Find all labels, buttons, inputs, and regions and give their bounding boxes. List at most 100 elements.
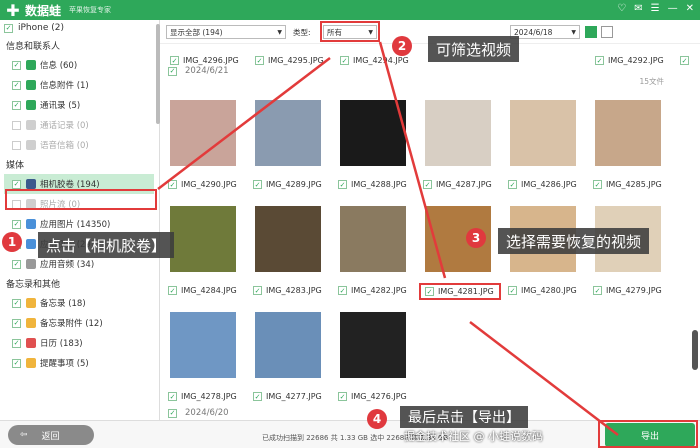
file-caption[interactable]: ✓ IMG_4285.JPG xyxy=(593,180,675,189)
sidebar-item[interactable]: ✓ 备忘录 (18) xyxy=(0,293,159,313)
sidebar-item-checkbox[interactable]: ✓ xyxy=(12,100,21,110)
sidebar-item-checkbox[interactable]: ✓ xyxy=(12,298,21,308)
sidebar-item-checkbox[interactable]: ✓ xyxy=(12,80,21,90)
sidebar-item[interactable]: ✓ 信息 (60) xyxy=(0,55,159,75)
file-checkbox[interactable]: ✓ xyxy=(508,180,517,189)
sidebar-item[interactable]: ✓ 应用图片 (14350) xyxy=(0,214,159,234)
file-caption[interactable]: ✓ IMG_4276.JPG xyxy=(338,392,420,401)
file-checkbox[interactable]: ✓ xyxy=(168,286,177,295)
file-caption[interactable]: ✓ IMG_4288.JPG xyxy=(338,180,420,189)
sidebar-item-checkbox[interactable]: ✓ xyxy=(12,259,21,269)
menu-icon[interactable]: ☰ xyxy=(651,3,660,14)
photo-thumbnail[interactable] xyxy=(170,312,236,378)
sidebar-item-checkbox[interactable]: ✓ xyxy=(12,140,21,150)
file-caption[interactable]: ✓ IMG_4277.JPG xyxy=(253,392,335,401)
device-checkbox[interactable]: ✓ xyxy=(4,23,13,33)
photo-thumbnail[interactable] xyxy=(510,206,576,272)
type-filter-select[interactable]: 所有 ▼ xyxy=(323,25,377,39)
export-button[interactable]: 导出 xyxy=(605,423,695,447)
file-checkbox[interactable]: ✓ xyxy=(593,180,602,189)
file-caption[interactable]: ✓ IMG_4287.JPG xyxy=(423,180,505,189)
photo-thumbnail[interactable] xyxy=(255,206,321,272)
sidebar-item[interactable]: ✓ 提醒事项 (5) xyxy=(0,353,159,373)
photo-thumbnail[interactable] xyxy=(255,100,321,166)
file-checkbox[interactable]: ✓ xyxy=(423,180,432,189)
sidebar-item[interactable]: ✓ 相机胶卷 (194) xyxy=(4,174,154,194)
sidebar-item[interactable]: ✓ 信息附件 (1) xyxy=(0,75,159,95)
photo-thumbnail[interactable] xyxy=(255,312,321,378)
file-checkbox[interactable]: ✓ xyxy=(508,286,517,295)
sidebar-item[interactable]: ✓ 通话记录 (0) xyxy=(0,115,159,135)
sidebar-item-checkbox[interactable]: ✓ xyxy=(12,120,21,130)
file-caption[interactable]: ✓IMG_4291.JPG xyxy=(680,56,690,65)
file-checkbox[interactable]: ✓ xyxy=(425,287,434,296)
date-group-header[interactable]: ✓ 2024/6/21 xyxy=(168,66,229,76)
file-caption[interactable]: ✓ IMG_4289.JPG xyxy=(253,180,335,189)
message-icon[interactable]: ✉ xyxy=(634,3,642,14)
list-view-icon[interactable] xyxy=(585,26,597,38)
file-caption[interactable]: ✓ IMG_4296.JPG xyxy=(170,56,252,65)
photo-thumbnail[interactable] xyxy=(595,206,661,272)
show-filter-select[interactable]: 显示全部 (194) ▼ xyxy=(166,25,286,39)
sidebar-item[interactable]: ✓ 语音信箱 (0) xyxy=(0,135,159,155)
file-caption[interactable]: ✓ IMG_4281.JPG xyxy=(419,283,501,300)
sidebar-item-checkbox[interactable]: ✓ xyxy=(12,239,21,249)
photo-thumbnail[interactable] xyxy=(510,100,576,166)
grid-view-icon[interactable] xyxy=(601,26,613,38)
sidebar-item-checkbox[interactable]: ✓ xyxy=(12,219,21,229)
photo-thumbnail[interactable] xyxy=(595,100,661,166)
minimize-icon[interactable]: — xyxy=(668,3,678,14)
sidebar-item-checkbox[interactable]: ✓ xyxy=(12,338,21,348)
file-checkbox[interactable]: ✓ xyxy=(253,286,262,295)
photo-thumbnail[interactable] xyxy=(170,100,236,166)
file-checkbox[interactable]: ✓ xyxy=(168,392,177,401)
file-caption[interactable]: ✓ IMG_4292.JPG xyxy=(595,56,677,65)
date-group-checkbox[interactable]: ✓ xyxy=(168,66,177,76)
device-item[interactable]: ✓ iPhone (2) xyxy=(0,20,159,36)
file-caption[interactable]: ✓ IMG_4282.JPG xyxy=(338,286,420,295)
sidebar-item[interactable]: ✓ 应用视频 (29) xyxy=(0,234,159,254)
file-caption[interactable]: ✓ IMG_4279.JPG xyxy=(593,286,675,295)
sidebar-item-checkbox[interactable]: ✓ xyxy=(12,179,21,189)
file-caption[interactable]: ✓ IMG_4294.JPG xyxy=(340,56,422,65)
file-caption[interactable]: ✓ IMG_4280.JPG xyxy=(508,286,590,295)
photo-thumbnail[interactable] xyxy=(340,100,406,166)
file-checkbox[interactable]: ✓ xyxy=(680,56,689,65)
file-checkbox[interactable]: ✓ xyxy=(253,392,262,401)
file-checkbox[interactable]: ✓ xyxy=(338,286,347,295)
next-date-group-checkbox[interactable]: ✓ xyxy=(168,408,177,418)
file-checkbox[interactable]: ✓ xyxy=(338,180,347,189)
photo-thumbnail[interactable] xyxy=(340,312,406,378)
photo-thumbnail[interactable] xyxy=(170,206,236,272)
sidebar-item-checkbox[interactable]: ✓ xyxy=(12,60,21,70)
back-button[interactable]: ⇦ 返回 xyxy=(8,425,94,445)
photo-thumbnail[interactable] xyxy=(425,206,491,272)
file-checkbox[interactable]: ✓ xyxy=(255,56,264,65)
file-checkbox[interactable]: ✓ xyxy=(170,56,179,65)
file-checkbox[interactable]: ✓ xyxy=(168,180,177,189)
file-caption[interactable]: ✓ IMG_4290.JPG xyxy=(168,180,250,189)
sidebar-item-checkbox[interactable]: ✓ xyxy=(12,199,21,209)
file-caption[interactable]: ✓ IMG_4295.JPG xyxy=(255,56,337,65)
sidebar-item[interactable]: ✓ 备忘录附件 (12) xyxy=(0,313,159,333)
file-checkbox[interactable]: ✓ xyxy=(338,392,347,401)
file-caption[interactable]: ✓ IMG_4283.JPG xyxy=(253,286,335,295)
photo-thumbnail[interactable] xyxy=(340,206,406,272)
sidebar-item[interactable]: ✓ 应用音频 (34) xyxy=(0,254,159,274)
sidebar-item-checkbox[interactable]: ✓ xyxy=(12,358,21,368)
file-checkbox[interactable]: ✓ xyxy=(593,286,602,295)
file-checkbox[interactable]: ✓ xyxy=(595,56,604,65)
favorite-icon[interactable]: ♡ xyxy=(617,3,626,14)
file-caption[interactable]: ✓ IMG_4278.JPG xyxy=(168,392,250,401)
content-scrollbar[interactable] xyxy=(692,330,698,370)
date-filter-select[interactable]: 2024/6/18 ▼ xyxy=(510,25,580,39)
next-date-group-header[interactable]: ✓ 2024/6/20 xyxy=(168,408,229,418)
file-checkbox[interactable]: ✓ xyxy=(340,56,349,65)
file-checkbox[interactable]: ✓ xyxy=(253,180,262,189)
photo-thumbnail[interactable] xyxy=(425,100,491,166)
sidebar-item[interactable]: ✓ 通讯录 (5) xyxy=(0,95,159,115)
file-caption[interactable]: ✓ IMG_4284.JPG xyxy=(168,286,250,295)
sidebar-item[interactable]: ✓ 日历 (183) xyxy=(0,333,159,353)
file-caption[interactable]: ✓ IMG_4286.JPG xyxy=(508,180,590,189)
close-icon[interactable]: ✕ xyxy=(686,3,694,14)
